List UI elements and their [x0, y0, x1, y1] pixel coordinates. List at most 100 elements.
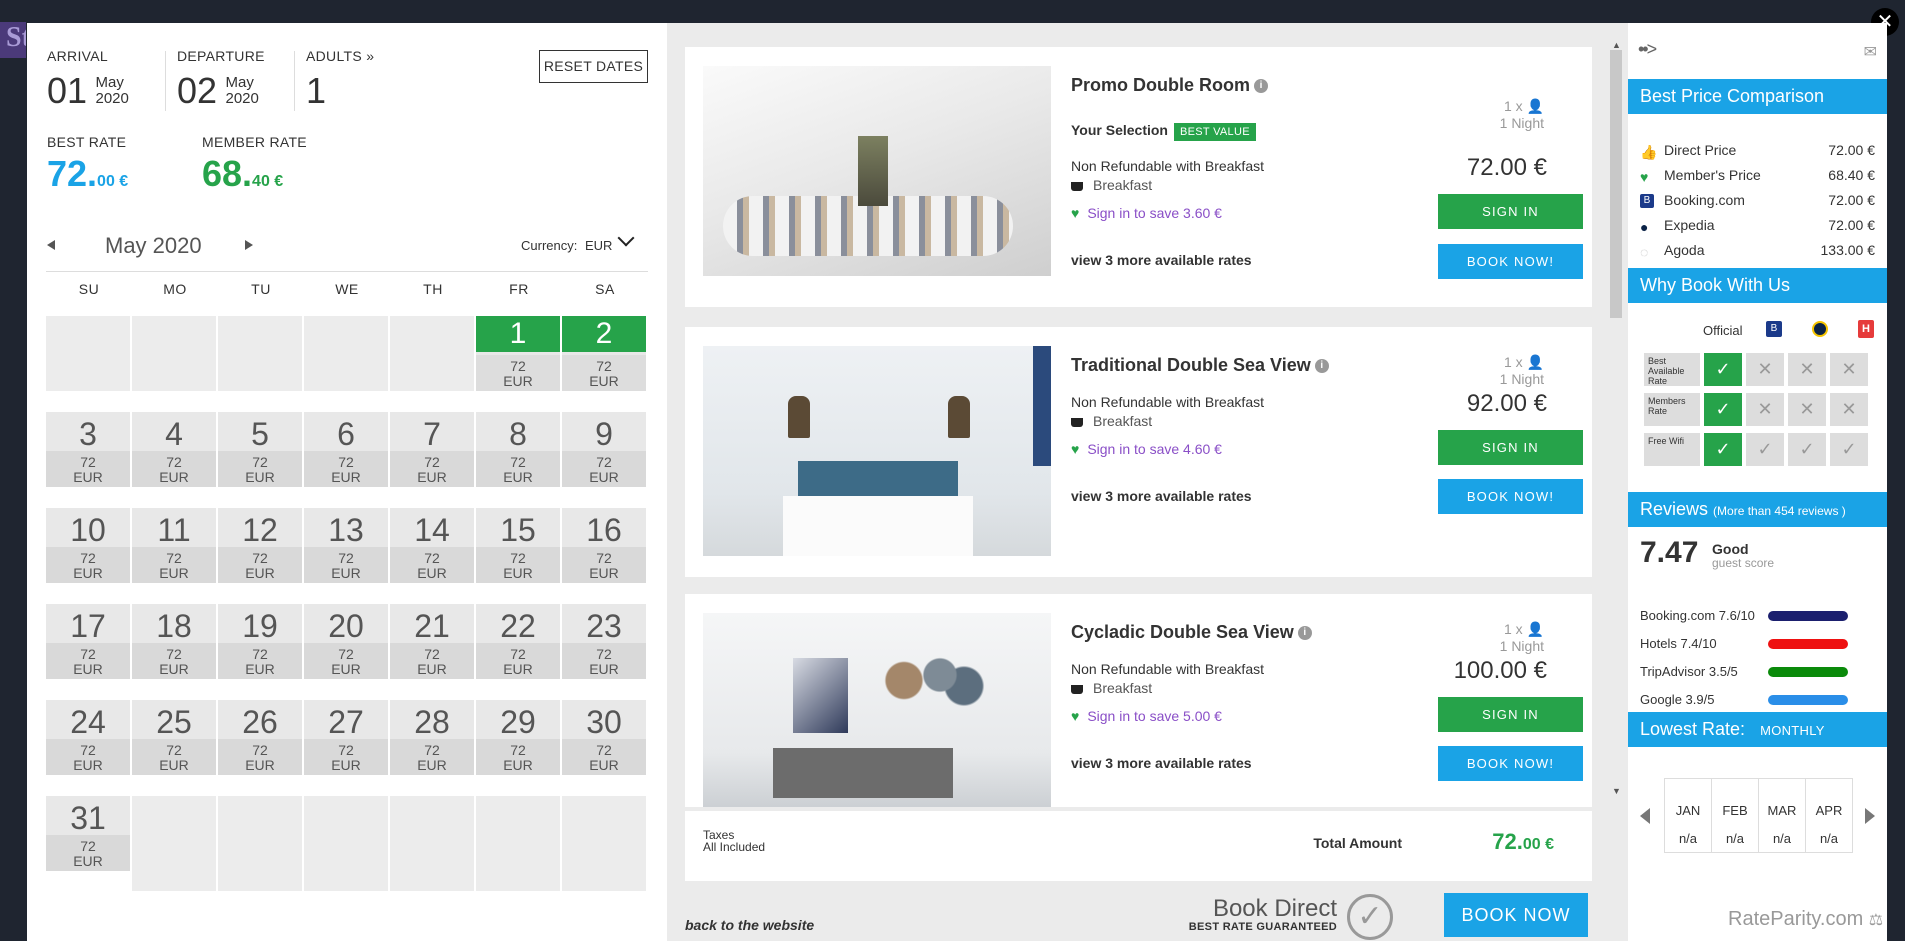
calendar-empty-cell: [476, 796, 560, 891]
day-price: 72 EUR: [304, 547, 388, 583]
month-rate-cell[interactable]: FEB n/a: [1711, 778, 1759, 853]
more-rates-link[interactable]: view 3 more available rates: [1071, 252, 1252, 268]
sign-in-save-link[interactable]: ♥ Sign in to save 5.00 €: [1071, 708, 1222, 724]
calendar-day-11[interactable]: 11 72 EUR: [132, 508, 216, 583]
person-icon: 👤: [1526, 98, 1544, 114]
day-number: 29: [500, 704, 536, 740]
month-rate-cell[interactable]: JAN n/a: [1664, 778, 1712, 853]
pendant-lamp-decoration: [948, 396, 970, 438]
prev-months-icon[interactable]: [1640, 808, 1650, 824]
nav-toggle-icon[interactable]: ••>: [1638, 39, 1657, 60]
chevron-double-right-icon[interactable]: »: [366, 48, 374, 64]
calendar-day-9[interactable]: 9 72 EUR: [562, 412, 646, 487]
bed-decoration: [773, 748, 953, 798]
calendar-day-6[interactable]: 6 72 EUR: [304, 412, 388, 487]
scroll-up-icon[interactable]: ▲: [1612, 40, 1621, 50]
why-book-title: Why Book With Us: [1628, 268, 1887, 303]
calendar-day-26[interactable]: 26 72 EUR: [218, 700, 302, 775]
departure-group[interactable]: DEPARTURE 02 May 2020: [177, 48, 265, 112]
reset-dates-button[interactable]: RESET DATES: [539, 50, 648, 83]
calendar-day-13[interactable]: 13 72 EUR: [304, 508, 388, 583]
month-rate-cell[interactable]: MAR n/a: [1758, 778, 1806, 853]
calendar-day-3[interactable]: 3 72 EUR: [46, 412, 130, 487]
adults-value: 1: [306, 70, 327, 111]
calendar-day-24[interactable]: 24 72 EUR: [46, 700, 130, 775]
calendar-day-1[interactable]: 1 72 EUR: [476, 316, 560, 391]
calendar-day-29[interactable]: 29 72 EUR: [476, 700, 560, 775]
currency-select[interactable]: EUR: [585, 238, 612, 253]
cross-icon: ✕: [1830, 353, 1868, 386]
calendar-day-10[interactable]: 10 72 EUR: [46, 508, 130, 583]
calendar-day-27[interactable]: 27 72 EUR: [304, 700, 388, 775]
day-price: 72 EUR: [562, 355, 646, 391]
calendar-day-23[interactable]: 23 72 EUR: [562, 604, 646, 679]
book-now-button[interactable]: BOOK NOW!: [1438, 244, 1583, 279]
calendar-day-28[interactable]: 28 72 EUR: [390, 700, 474, 775]
next-month-icon[interactable]: [245, 240, 253, 250]
calendar-day-17[interactable]: 17 72 EUR: [46, 604, 130, 679]
day-number: 23: [586, 608, 622, 644]
price-source: Booking.com: [1664, 192, 1745, 208]
sign-in-button[interactable]: SIGN IN: [1438, 430, 1583, 465]
sign-in-save-link[interactable]: ♥ Sign in to save 4.60 €: [1071, 441, 1222, 457]
calendar-day-12[interactable]: 12 72 EUR: [218, 508, 302, 583]
sign-in-button[interactable]: SIGN IN: [1438, 194, 1583, 229]
calendar-day-21[interactable]: 21 72 EUR: [390, 604, 474, 679]
arrival-group[interactable]: ARRIVAL 01 May 2020: [47, 48, 129, 112]
info-icon[interactable]: i: [1297, 626, 1312, 641]
thumbs-up-icon: 👍: [1640, 144, 1658, 161]
day-price: 72 EUR: [132, 643, 216, 679]
rateparity-logo[interactable]: RateParity.com ⚖: [1728, 908, 1883, 931]
chevron-down-icon[interactable]: [617, 229, 635, 247]
room-price: 100.00 €: [1453, 657, 1547, 684]
calendar-day-5[interactable]: 5 72 EUR: [218, 412, 302, 487]
calendar-day-31[interactable]: 31 72 EUR: [46, 796, 130, 871]
prev-month-icon[interactable]: [47, 240, 55, 250]
calendar-day-25[interactable]: 25 72 EUR: [132, 700, 216, 775]
month-label: JAN: [1675, 803, 1701, 818]
lowest-rate-mode[interactable]: MONTHLY: [1760, 723, 1825, 738]
calendar-day-14[interactable]: 14 72 EUR: [390, 508, 474, 583]
next-months-icon[interactable]: [1865, 808, 1875, 824]
calendar-day-4[interactable]: 4 72 EUR: [132, 412, 216, 487]
month-rate-cell[interactable]: APR n/a: [1805, 778, 1853, 853]
adults-group[interactable]: ADULTS » 1: [306, 48, 374, 112]
calendar-day-8[interactable]: 8 72 EUR: [476, 412, 560, 487]
divider: [294, 51, 295, 111]
price-value: 68.40 €: [1828, 167, 1875, 183]
back-to-website-link[interactable]: back to the website: [685, 917, 814, 933]
calendar-day-20[interactable]: 20 72 EUR: [304, 604, 388, 679]
book-now-button[interactable]: BOOK NOW!: [1438, 479, 1583, 514]
day-price: 72 EUR: [476, 739, 560, 775]
book-now-button[interactable]: BOOK NOW!: [1438, 746, 1583, 781]
calendar-day-2[interactable]: 2 72 EUR: [562, 316, 646, 391]
divider: [46, 271, 648, 272]
calendar-day-22[interactable]: 22 72 EUR: [476, 604, 560, 679]
sign-in-save-link[interactable]: ♥ Sign in to save 3.60 €: [1071, 205, 1222, 221]
room-photo[interactable]: [703, 346, 1051, 556]
book-now-main-button[interactable]: BOOK NOW: [1444, 893, 1588, 937]
day-number: 22: [500, 608, 536, 644]
calendar-day-18[interactable]: 18 72 EUR: [132, 604, 216, 679]
calendar-day-7[interactable]: 7 72 EUR: [390, 412, 474, 487]
collapse-icon[interactable]: ✉: [1864, 42, 1877, 62]
sign-in-button[interactable]: SIGN IN: [1438, 697, 1583, 732]
expedia-icon: ●: [1640, 219, 1649, 236]
room-photo[interactable]: [703, 613, 1051, 807]
calendar-day-30[interactable]: 30 72 EUR: [562, 700, 646, 775]
more-rates-link[interactable]: view 3 more available rates: [1071, 488, 1252, 504]
more-rates-link[interactable]: view 3 more available rates: [1071, 755, 1252, 771]
scrollbar-thumb[interactable]: [1610, 50, 1622, 318]
day-number: 3: [79, 416, 97, 452]
scroll-down-icon[interactable]: ▼: [1612, 786, 1621, 796]
day-number: 10: [70, 512, 106, 548]
info-icon[interactable]: i: [1314, 359, 1329, 374]
calendar-day-19[interactable]: 19 72 EUR: [218, 604, 302, 679]
day-number: 21: [414, 608, 450, 644]
painting-decoration: [793, 658, 848, 733]
info-icon[interactable]: i: [1254, 79, 1268, 94]
room-photo[interactable]: [703, 66, 1051, 276]
calendar-day-16[interactable]: 16 72 EUR: [562, 508, 646, 583]
cross-icon: ✕: [1788, 393, 1826, 426]
calendar-day-15[interactable]: 15 72 EUR: [476, 508, 560, 583]
